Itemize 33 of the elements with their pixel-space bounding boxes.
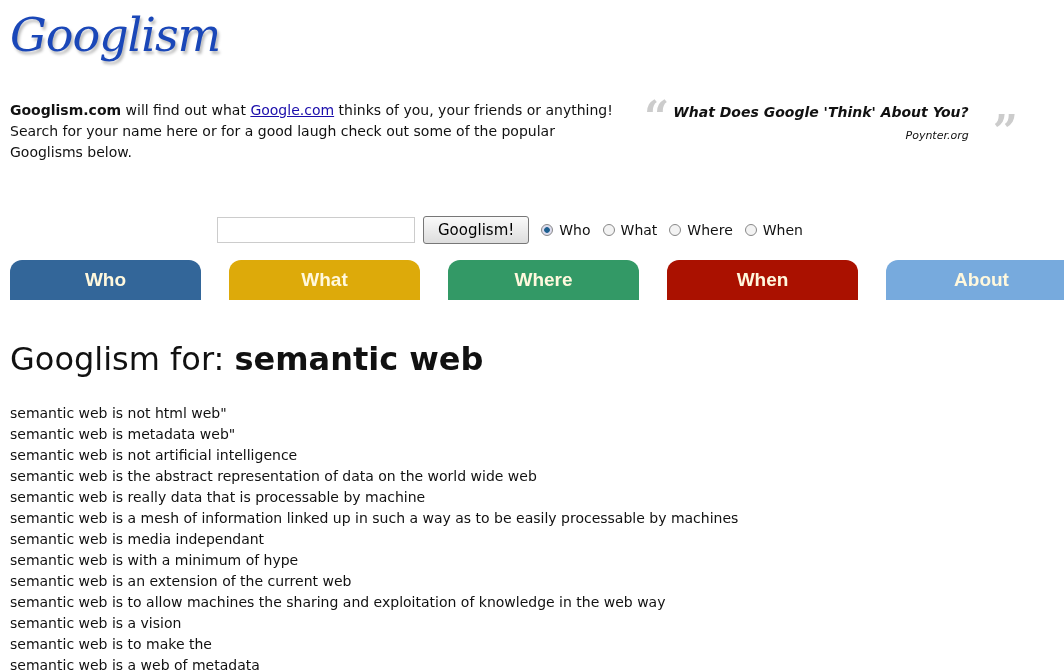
result-line: semantic web is an extension of the current web xyxy=(10,572,353,591)
result-line: semantic web is media independant xyxy=(10,530,266,549)
quote-source: Poynter.org xyxy=(905,129,969,142)
result-line: semantic web is to make the xyxy=(10,635,213,654)
result-line: semantic web is a web of metadata xyxy=(10,656,261,672)
radio-button[interactable] xyxy=(669,224,682,236)
page-heading: Googlism for: semantic web xyxy=(10,340,485,378)
nav-tab[interactable]: Who xyxy=(10,260,201,300)
result-line: semantic web is not artificial intelligence xyxy=(10,446,299,465)
result-line: semantic web is a mesh of information linked up in such a way as to be easily processable by machines xyxy=(10,509,740,528)
radio-label: Who xyxy=(559,222,591,238)
radio-label: What xyxy=(620,222,658,238)
result-line: semantic web is metadata web" xyxy=(10,425,237,444)
intro-text: Googlism.com will find out what Google.com thinks of you, your friends or anything! Search for your name here or for a good laugh check out some of the popular Googlisms below. xyxy=(10,101,614,162)
quote-text: What Does Google 'Think' About You? xyxy=(673,104,969,120)
close-quote-mark: ” xyxy=(992,110,1018,154)
radio-button[interactable] xyxy=(744,224,757,236)
radio-button[interactable] xyxy=(541,224,554,236)
result-line: semantic web is to allow machines the sharing and exploitation of knowledge in the web way xyxy=(10,593,667,612)
radio-label: When xyxy=(762,222,803,238)
result-line: semantic web is a vision xyxy=(10,614,183,633)
result-line: semantic web is really data that is processable by machine xyxy=(10,488,427,507)
googlism-button[interactable]: Googlism! xyxy=(423,216,530,244)
google-link[interactable]: Google.com xyxy=(250,102,335,118)
result-line: semantic web is with a minimum of hype xyxy=(10,551,300,570)
open-quote-mark: “ xyxy=(644,96,670,140)
logo[interactable]: Googlism xyxy=(10,0,221,90)
search-field[interactable] xyxy=(217,217,415,243)
radio-label: Where xyxy=(687,222,733,238)
radio-button[interactable] xyxy=(602,224,615,236)
result-line: semantic web is not html web" xyxy=(10,404,228,423)
result-line: semantic web is the abstract representation of data on the world wide web xyxy=(10,467,538,486)
nav-tab[interactable]: When xyxy=(667,260,858,300)
